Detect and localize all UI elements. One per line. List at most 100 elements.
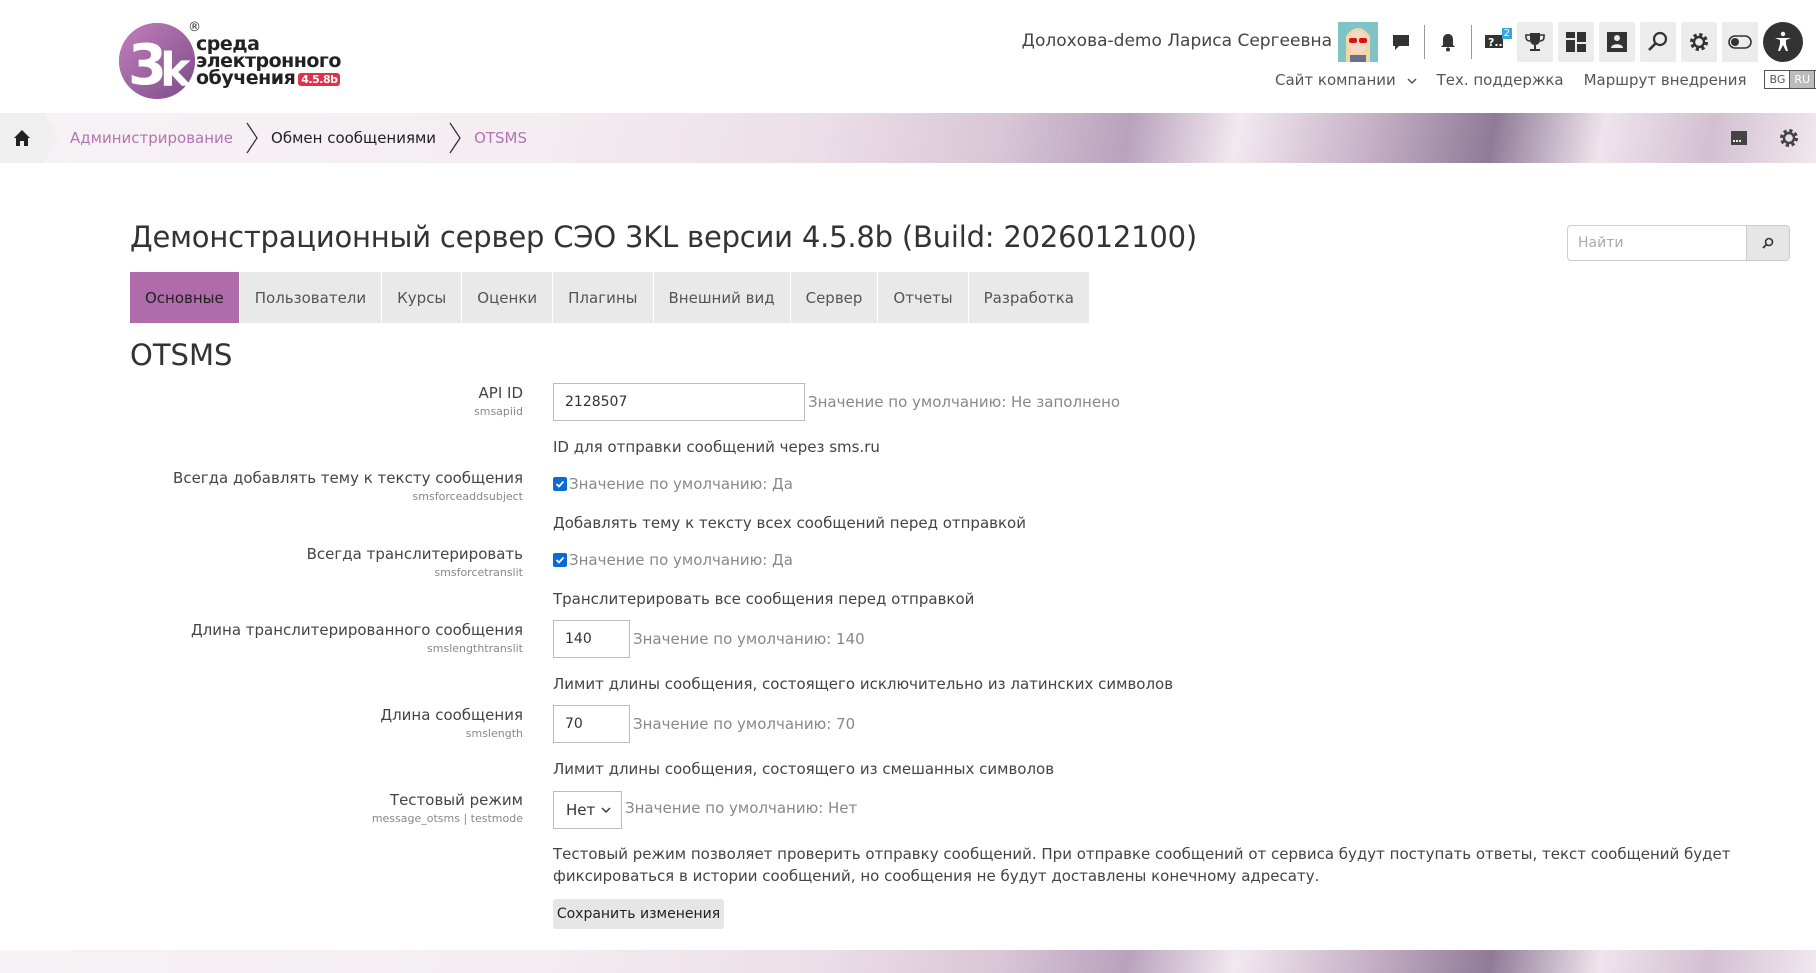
- chevron-down-icon: [1407, 77, 1417, 84]
- avatar[interactable]: [1338, 22, 1378, 62]
- save-button[interactable]: Сохранить изменения: [553, 899, 724, 929]
- breadcrumb-separator: [440, 113, 470, 163]
- svg-text:?..: ?..: [1488, 36, 1503, 49]
- gear-icon: [1780, 129, 1798, 147]
- test-mode-selected-value: Нет: [566, 801, 596, 819]
- trophy-icon: [1525, 33, 1545, 51]
- tab-courses[interactable]: Курсы: [382, 272, 463, 323]
- checkmark-icon: [555, 556, 565, 564]
- breadcrumb-items: Администрирование Обмен сообщениями OTSM…: [70, 113, 527, 163]
- setting-description: ID для отправки сообщений через sms.ru: [553, 438, 880, 456]
- lang-ru[interactable]: RU: [1790, 71, 1816, 88]
- breadcrumb-separator: [237, 113, 267, 163]
- global-search-button[interactable]: [1640, 22, 1676, 62]
- chevron-right-icon: [246, 122, 258, 154]
- blocks-drawer-button[interactable]: [1724, 123, 1754, 153]
- setting-default: Значение по умолчанию: Да: [569, 475, 793, 493]
- tab-plugins[interactable]: Плагины: [553, 272, 654, 323]
- translit-length-input[interactable]: [553, 620, 630, 658]
- section-title: OTSMS: [130, 338, 233, 372]
- setting-label-message-length: Длина сообщения smslength: [380, 706, 523, 740]
- tab-users[interactable]: Пользователи: [239, 272, 383, 323]
- setting-label-force-add-subject: Всегда добавлять тему к тексту сообщения…: [173, 469, 523, 503]
- setting-title: API ID: [478, 384, 523, 402]
- setting-title: Длина сообщения: [380, 706, 523, 724]
- admin-search-input[interactable]: [1567, 225, 1747, 261]
- search-icon: [1762, 237, 1774, 249]
- setting-label-force-translit: Всегда транслитерировать smsforcetransli…: [307, 545, 523, 579]
- block-icon: [1731, 131, 1747, 145]
- top-navigation: Сайт компании Тех. поддержка Маршрут вне…: [1275, 70, 1816, 89]
- chat-icon: [1393, 35, 1409, 50]
- user-toolbar: ?.. 2: [1384, 22, 1803, 62]
- gear-icon: [1690, 33, 1708, 51]
- svg-text:k: k: [160, 43, 192, 97]
- breadcrumb: Администрирование Обмен сообщениями OTSM…: [0, 113, 1816, 163]
- force-add-subject-checkbox[interactable]: [553, 477, 567, 491]
- breadcrumb-otsms[interactable]: OTSMS: [474, 129, 527, 147]
- home-icon: [14, 130, 30, 146]
- logo-line-3: обучения: [196, 67, 296, 89]
- home-button[interactable]: [0, 113, 58, 163]
- tab-general[interactable]: Основные: [130, 272, 240, 323]
- setting-default: Значение по умолчанию: 140: [633, 630, 865, 648]
- logo-text: среда электронного обучения 4.5.8b: [196, 35, 341, 89]
- avatar-image: [1338, 22, 1378, 62]
- chevron-down-icon: [601, 807, 611, 813]
- setting-default: Значение по умолчанию: Не заполнено: [808, 393, 1121, 411]
- company-site-menu[interactable]: Сайт компании: [1275, 71, 1417, 89]
- achievements-button[interactable]: [1517, 22, 1553, 62]
- setting-key: smslengthtranslit: [427, 642, 523, 655]
- lang-bg[interactable]: BG: [1765, 71, 1791, 88]
- footer-decoration: [0, 950, 1816, 973]
- setting-default: Значение по умолчанию: Да: [569, 551, 793, 569]
- accessibility-icon: [1775, 31, 1791, 51]
- questions-badge: 2: [1501, 28, 1512, 39]
- toolbar-divider: [1471, 25, 1472, 59]
- version-badge: 4.5.8b: [298, 73, 341, 86]
- setting-description: Тестовый режим позволяет проверить отпра…: [553, 845, 1731, 885]
- api-id-input[interactable]: [553, 383, 805, 421]
- setting-label-api-id: API ID smsapiid: [474, 384, 523, 418]
- messages-button[interactable]: [1384, 22, 1418, 62]
- breadcrumb-actions: [1724, 123, 1804, 153]
- admin-tabs: Основные Пользователи Курсы Оценки Плаги…: [130, 272, 1090, 323]
- tab-reports[interactable]: Отчеты: [878, 272, 969, 323]
- settings-button[interactable]: [1681, 22, 1717, 62]
- portfolio-button[interactable]: [1599, 22, 1635, 62]
- admin-search: [1567, 225, 1790, 261]
- force-translit-checkbox[interactable]: [553, 553, 567, 567]
- test-mode-select[interactable]: Нет: [553, 791, 622, 829]
- user-name[interactable]: Долохова-demo Лариса Сергеевна: [1022, 31, 1332, 51]
- portfolio-icon: [1607, 32, 1627, 52]
- breadcrumb-administration[interactable]: Администрирование: [70, 129, 233, 147]
- setting-title: Длина транслитерированного сообщения: [190, 621, 523, 639]
- questions-button[interactable]: ?.. 2: [1478, 22, 1512, 62]
- notifications-button[interactable]: [1431, 22, 1465, 62]
- route-link[interactable]: Маршрут внедрения: [1584, 71, 1747, 89]
- setting-title: Тестовый режим: [389, 791, 523, 809]
- toggle-icon: [1728, 35, 1752, 49]
- page-settings-button[interactable]: [1774, 123, 1804, 153]
- site-logo[interactable]: 3 k ® среда электронного обучения 4.5.8b: [112, 16, 342, 106]
- checkmark-icon: [555, 480, 565, 488]
- dashboard-button[interactable]: [1558, 22, 1594, 62]
- support-link[interactable]: Тех. поддержка: [1437, 71, 1564, 89]
- setting-title: Всегда добавлять тему к тексту сообщения: [173, 469, 523, 487]
- theme-toggle-button[interactable]: [1722, 22, 1758, 62]
- message-length-input[interactable]: [553, 705, 630, 743]
- setting-title: Всегда транслитерировать: [306, 545, 523, 563]
- accessibility-button[interactable]: [1763, 22, 1803, 62]
- setting-key: smsforcetranslit: [434, 566, 523, 579]
- setting-label-translit-length: Длина транслитерированного сообщения sms…: [191, 621, 523, 655]
- setting-description: Лимит длины сообщения, состоящего из сме…: [553, 760, 1055, 778]
- header: 3 k ® среда электронного обучения 4.5.8b …: [0, 0, 1816, 113]
- tab-development[interactable]: Разработка: [968, 272, 1090, 323]
- tab-server[interactable]: Сервер: [790, 272, 879, 323]
- tab-grades[interactable]: Оценки: [462, 272, 554, 323]
- setting-key: smslength: [465, 727, 523, 740]
- setting-key: message_otsms | testmode: [371, 812, 523, 825]
- tab-appearance[interactable]: Внешний вид: [653, 272, 791, 323]
- breadcrumb-messaging[interactable]: Обмен сообщениями: [271, 129, 436, 147]
- admin-search-button[interactable]: [1747, 225, 1790, 261]
